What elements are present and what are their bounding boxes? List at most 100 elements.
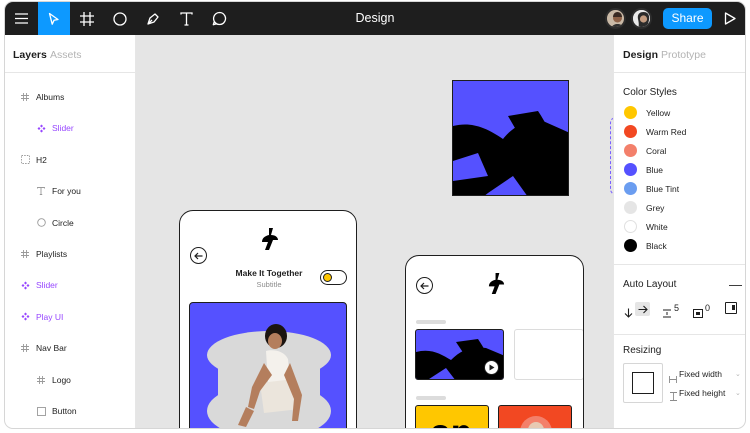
layer-item[interactable]: Circle [5, 213, 136, 233]
section-heading: Auto Layout [623, 279, 677, 290]
layer-item[interactable]: Slider [5, 118, 136, 138]
text-icon [36, 186, 46, 196]
tab-prototype[interactable]: Prototype [661, 49, 706, 61]
layer-label: Slider [36, 280, 58, 291]
app-logo-icon [260, 227, 280, 256]
layer-item[interactable]: H2 [5, 150, 136, 170]
layer-label: Playlists [36, 249, 68, 259]
tab-design[interactable]: Design [623, 49, 658, 61]
color-style-label[interactable]: Warm Red [646, 127, 686, 137]
section-heading-placeholder [416, 320, 446, 324]
comment-icon[interactable] [203, 2, 235, 35]
color-style-label[interactable]: Black [646, 241, 667, 251]
layer-label: Nav Bar [36, 343, 67, 354]
share-button[interactable]: Share [663, 8, 712, 29]
present-play-icon[interactable] [718, 2, 742, 35]
avatar[interactable] [605, 8, 626, 29]
ellipse-icon[interactable] [104, 2, 136, 35]
toggle-switch[interactable] [320, 270, 347, 285]
frame-icon [20, 249, 30, 259]
player-subtitle: Subtitle [256, 280, 282, 289]
player-title: Make It Together [235, 268, 303, 278]
color-style-label[interactable]: Blue [646, 165, 663, 175]
resizing-section: Resizing Fixed width ⌄ Fixed height ⌄ [614, 335, 745, 428]
group-icon [20, 155, 30, 165]
frame-icon [20, 92, 30, 102]
avatar[interactable] [631, 8, 652, 29]
layer-label: Circle [52, 217, 74, 228]
properties-panel: Design Prototype Color Styles Yellow Warm… [613, 35, 745, 428]
padding-icon [693, 305, 703, 323]
layer-item[interactable]: Nav Bar [5, 338, 136, 358]
back-button[interactable] [416, 277, 433, 294]
frame-icon[interactable] [71, 2, 103, 35]
layer-item[interactable]: Playlists [5, 244, 136, 264]
layers-panel: Layers Assets Albums Slider H2 For you Circl… [5, 35, 136, 428]
right-panel-tabs: Design Prototype [614, 35, 745, 73]
component-icon [20, 280, 30, 290]
left-panel-tabs: Layers Assets [5, 35, 135, 73]
layer-item[interactable]: Button [5, 401, 136, 421]
frame-icon [20, 343, 30, 353]
chevron-down-icon[interactable]: ⌄ [735, 370, 741, 378]
app-logo-icon [487, 272, 506, 300]
layer-item[interactable]: Albums [5, 87, 136, 107]
color-style-label[interactable]: Blue Tint [646, 184, 679, 194]
remove-icon[interactable]: — [729, 277, 742, 292]
padding-value[interactable]: 0 [705, 303, 710, 313]
alignment-icon[interactable] [725, 302, 737, 314]
fixed-height-select[interactable]: Fixed height [679, 388, 725, 398]
layer-item[interactable]: Logo [5, 370, 136, 390]
layer-label: Play UI [36, 311, 64, 322]
fixed-width-select[interactable]: Fixed width [679, 369, 722, 379]
tab-assets[interactable]: Assets [50, 49, 82, 61]
album-art-frame[interactable] [452, 80, 569, 196]
component-icon [20, 312, 30, 322]
play-icon[interactable] [484, 360, 499, 375]
color-swatch[interactable] [624, 220, 637, 233]
layer-label: H2 [36, 154, 47, 165]
color-swatch[interactable] [624, 163, 637, 176]
width-resize-icon [669, 370, 677, 388]
layer-label: For you [52, 186, 81, 197]
layer-item[interactable]: Slider [5, 275, 136, 295]
cover-image [189, 302, 347, 428]
color-style-label[interactable]: Yellow [646, 108, 670, 118]
direction-right-icon[interactable] [635, 302, 650, 316]
color-swatch[interactable] [624, 239, 637, 252]
component-icon [36, 123, 46, 133]
color-style-label[interactable]: White [646, 222, 668, 232]
color-swatch[interactable] [624, 106, 637, 119]
phone-frame-player[interactable]: Make It Together Subtitle [179, 210, 357, 428]
spacing-icon [662, 305, 672, 323]
menu-icon[interactable] [5, 2, 37, 35]
layer-label: Logo [52, 374, 71, 385]
album-card[interactable] [415, 329, 504, 380]
chevron-down-icon[interactable]: ⌄ [735, 389, 741, 397]
color-swatch[interactable] [624, 125, 637, 138]
color-swatch[interactable] [624, 201, 637, 214]
album-card[interactable] [498, 405, 572, 428]
direction-down-icon[interactable] [624, 305, 633, 323]
back-button[interactable] [190, 247, 207, 264]
color-swatch[interactable] [624, 144, 637, 157]
pen-icon[interactable] [137, 2, 169, 35]
design-canvas[interactable]: Make It Together Subtitle [136, 35, 613, 428]
album-card[interactable] [514, 329, 583, 380]
layer-label: Slider [52, 123, 74, 134]
color-swatch[interactable] [624, 182, 637, 195]
color-styles-section: Color Styles Yellow Warm Red Coral Blue Blue… [614, 73, 745, 265]
tab-layers[interactable]: Layers [13, 49, 47, 61]
album-card[interactable]: op [415, 405, 489, 428]
app-window: Design Share Layers Assets Albums Slider H… [5, 2, 745, 428]
color-style-label[interactable]: Grey [646, 203, 664, 213]
color-style-label[interactable]: Coral [646, 146, 666, 156]
layer-item[interactable]: For you [5, 181, 136, 201]
text-icon[interactable] [170, 2, 202, 35]
spacing-value[interactable]: 5 [674, 303, 679, 313]
phone-frame-browse[interactable]: op [405, 255, 584, 428]
toolbar: Design Share [5, 2, 745, 35]
resizing-preview [623, 363, 663, 403]
layer-item[interactable]: Play UI [5, 307, 136, 327]
move-icon[interactable] [38, 2, 70, 35]
